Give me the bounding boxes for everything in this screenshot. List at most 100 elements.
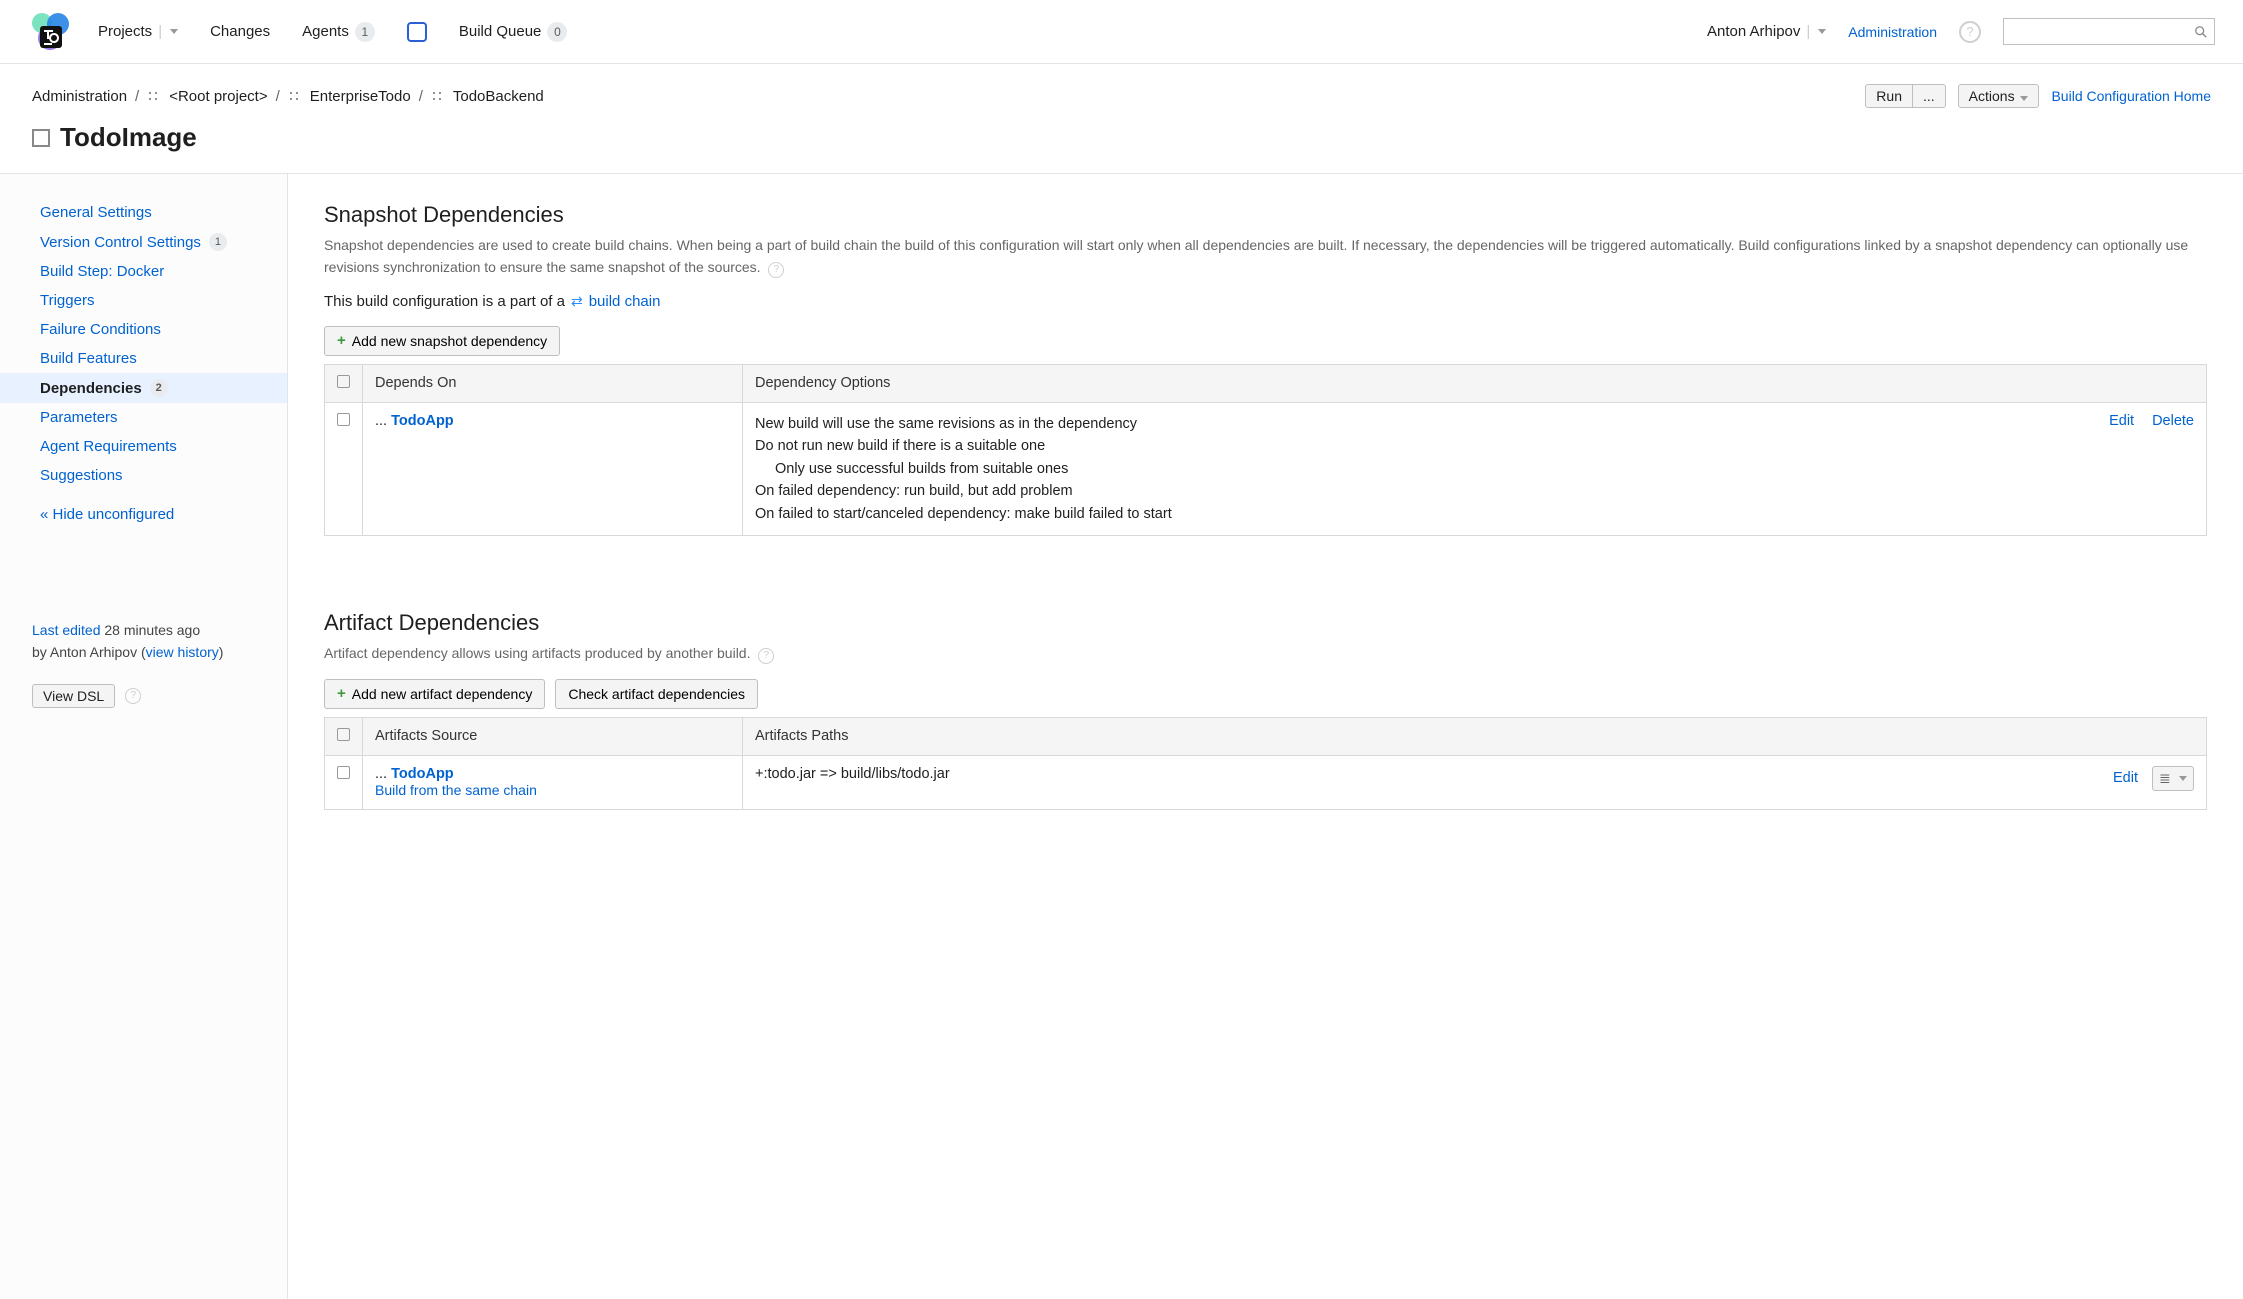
sidebar-item-version-control-settings[interactable]: Version Control Settings 1 — [0, 227, 287, 257]
build-chain-info: This build configuration is a part of a … — [324, 293, 2207, 310]
run-button-group: Run ... — [1865, 84, 1945, 108]
plus-icon: + — [337, 686, 346, 701]
nav-projects[interactable]: Projects | — [98, 23, 178, 40]
build-from-chain-link[interactable]: Build from the same chain — [375, 782, 537, 798]
snapshot-desc: Snapshot dependencies are used to create… — [324, 234, 2207, 279]
artifact-options-dropdown[interactable] — [2152, 766, 2194, 791]
last-edited-link[interactable]: Last edited — [32, 622, 101, 638]
list-icon — [2159, 770, 2173, 787]
add-artifact-dependency-button[interactable]: + Add new artifact dependency — [324, 679, 545, 709]
select-all-checkbox[interactable] — [337, 728, 350, 741]
bc-enterprise[interactable]: EnterpriseTodo — [310, 88, 411, 105]
select-all-checkbox[interactable] — [337, 375, 350, 388]
search-icon — [2194, 25, 2208, 39]
th-artifacts-paths: Artifacts Paths — [743, 717, 2207, 755]
subheader: Administration / <Root project> / Enterp… — [0, 64, 2243, 116]
sidebar-item-label: Version Control Settings — [40, 234, 201, 251]
page-title-row: TodoImage — [0, 116, 2243, 173]
bc-backend[interactable]: TodoBackend — [453, 88, 544, 105]
sidebar-item-badge: 2 — [150, 379, 168, 397]
plus-icon: + — [337, 333, 346, 348]
actions-dropdown[interactable]: Actions — [1958, 84, 2040, 108]
artifact-title: Artifact Dependencies — [324, 610, 2207, 636]
nav-changes[interactable]: Changes — [210, 23, 270, 40]
sidebar-item-label: Agent Requirements — [40, 438, 177, 455]
sidebar-nav: General SettingsVersion Control Settings… — [0, 198, 287, 490]
sidebar-item-dependencies[interactable]: Dependencies 2 — [0, 373, 287, 403]
topbar: Projects | Changes Agents 1 Build Queue … — [0, 0, 2243, 64]
sidebar-item-label: Failure Conditions — [40, 321, 161, 338]
search-input[interactable] — [2003, 18, 2215, 45]
check-artifact-deps-button[interactable]: Check artifact dependencies — [555, 679, 758, 709]
sidebar-item-badge: 1 — [209, 233, 227, 251]
row-checkbox[interactable] — [337, 413, 350, 426]
nav-administration[interactable]: Administration — [1848, 24, 1937, 40]
queue-count-badge: 0 — [547, 22, 567, 42]
page-title: TodoImage — [60, 122, 197, 153]
sidebar-item-suggestions[interactable]: Suggestions — [0, 461, 287, 490]
edit-snapshot-dep-link[interactable]: Edit — [2109, 413, 2134, 429]
help-icon[interactable]: ? — [125, 688, 141, 704]
user-menu[interactable]: Anton Arhipov | — [1707, 23, 1826, 40]
edit-artifact-dep-link[interactable]: Edit — [2113, 770, 2138, 786]
row-checkbox[interactable] — [337, 766, 350, 779]
artifact-source-link[interactable]: TodoApp — [391, 766, 454, 782]
dependency-link[interactable]: TodoApp — [391, 413, 454, 429]
run-more-button[interactable]: ... — [1913, 84, 1946, 108]
project-icon — [288, 90, 300, 102]
chevron-down-icon — [2020, 96, 2028, 101]
sidebar-item-build-features[interactable]: Build Features — [0, 344, 287, 373]
edited-by: by Anton Arhipov ( — [32, 644, 146, 660]
view-dsl-button[interactable]: View DSL — [32, 684, 115, 708]
sidebar-item-label: Dependencies — [40, 380, 142, 397]
sidebar-item-label: Parameters — [40, 409, 118, 426]
build-config-home-link[interactable]: Build Configuration Home — [2051, 88, 2211, 104]
sidebar-item-label: Triggers — [40, 292, 94, 309]
bc-root[interactable]: <Root project> — [169, 88, 267, 105]
snapshot-deps-table: Depends On Dependency Options ... TodoAp… — [324, 364, 2207, 536]
sidebar-item-agent-requirements[interactable]: Agent Requirements — [0, 432, 287, 461]
help-icon[interactable]: ? — [758, 648, 774, 664]
project-icon — [431, 90, 443, 102]
sidebar-item-failure-conditions[interactable]: Failure Conditions — [0, 315, 287, 344]
artifact-paths: +:todo.jar => build/libs/todo.jar — [755, 766, 950, 782]
nav-build-queue[interactable]: Build Queue 0 — [459, 22, 568, 42]
nav-agents[interactable]: Agents 1 — [302, 22, 375, 42]
sidebar-item-label: Suggestions — [40, 467, 123, 484]
project-icon — [147, 90, 159, 102]
user-name: Anton Arhipov — [1707, 23, 1800, 40]
dependency-options: New build will use the same revisions as… — [755, 413, 2194, 525]
teamcity-logo[interactable] — [28, 10, 72, 54]
last-edited-info: Last edited 28 minutes ago by Anton Arhi… — [0, 539, 287, 684]
sidebar-item-build-step-docker[interactable]: Build Step: Docker — [0, 257, 287, 286]
hide-unconfigured-link[interactable]: « Hide unconfigured — [40, 506, 174, 523]
help-icon[interactable]: ? — [1959, 21, 1981, 43]
artifact-desc: Artifact dependency allows using artifac… — [324, 642, 2207, 664]
main-content: Snapshot Dependencies Snapshot dependenc… — [288, 174, 2243, 1299]
topbar-right: Anton Arhipov | Administration ? — [1707, 18, 2215, 45]
agents-count-badge: 1 — [355, 22, 375, 42]
sidebar-item-parameters[interactable]: Parameters — [0, 403, 287, 432]
help-icon[interactable]: ? — [768, 262, 784, 278]
subheader-actions: Run ... Actions Build Configuration Home — [1865, 84, 2211, 108]
th-depends-on: Depends On — [363, 364, 743, 402]
sidebar-item-general-settings[interactable]: General Settings — [0, 198, 287, 227]
run-button[interactable]: Run — [1865, 84, 1913, 108]
snapshot-dep-row: ... TodoApp Edit Delete New build will u… — [325, 402, 2207, 535]
topnav: Projects | Changes Agents 1 Build Queue … — [98, 22, 567, 42]
bc-admin[interactable]: Administration — [32, 88, 127, 105]
chevron-down-icon — [170, 29, 178, 34]
artifact-dep-row: ... TodoApp Build from the same chain Ed… — [325, 755, 2207, 809]
add-snapshot-dependency-button[interactable]: + Add new snapshot dependency — [324, 326, 560, 356]
view-history-link[interactable]: view history — [146, 644, 219, 660]
build-chain-link[interactable]: build chain — [589, 293, 661, 310]
agent-status-button[interactable] — [407, 22, 427, 42]
sidebar-item-label: Build Step: Docker — [40, 263, 164, 280]
sidebar-item-triggers[interactable]: Triggers — [0, 286, 287, 315]
delete-snapshot-dep-link[interactable]: Delete — [2152, 413, 2194, 429]
nav-build-queue-label: Build Queue — [459, 23, 542, 40]
snapshot-title: Snapshot Dependencies — [324, 202, 2207, 228]
layout: General SettingsVersion Control Settings… — [0, 173, 2243, 1299]
th-dependency-options: Dependency Options — [743, 364, 2207, 402]
th-artifacts-source: Artifacts Source — [363, 717, 743, 755]
